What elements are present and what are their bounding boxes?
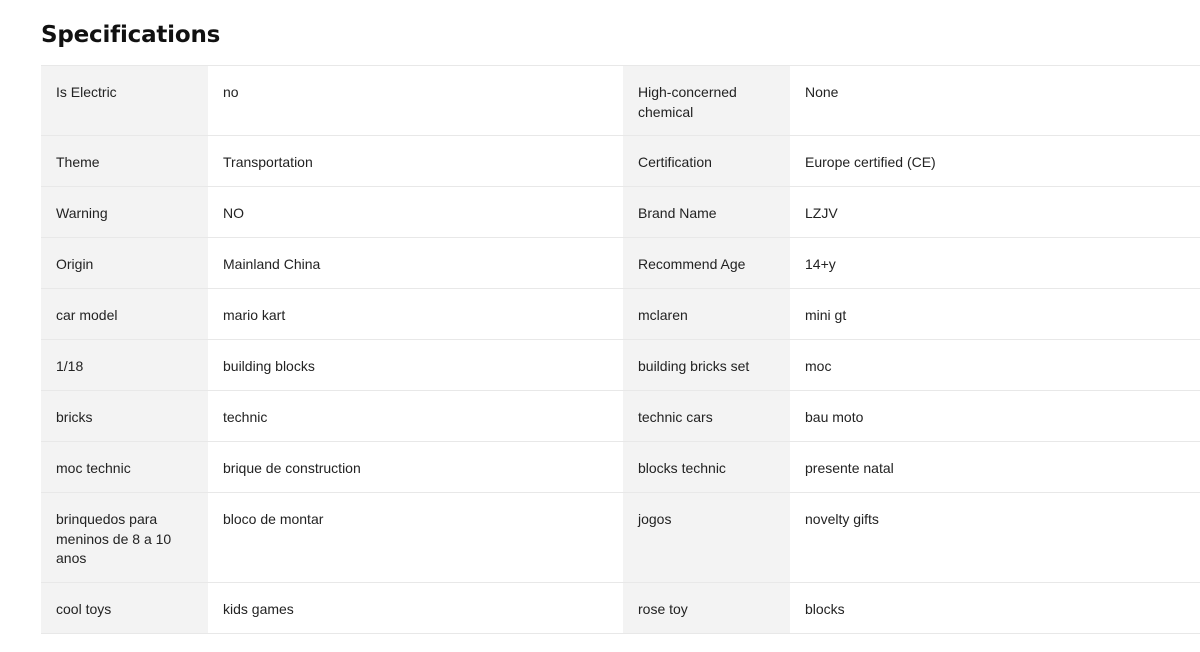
spec-value: no	[208, 66, 623, 135]
spec-key: building bricks set	[623, 340, 790, 390]
spec-key: Brand Name	[623, 187, 790, 237]
spec-key: mclaren	[623, 289, 790, 339]
spec-key: Certification	[623, 136, 790, 186]
spec-value: Mainland China	[208, 238, 623, 288]
spec-value: 14+y	[790, 238, 1200, 288]
spec-value: presente natal	[790, 442, 1200, 492]
spec-value: building blocks	[208, 340, 623, 390]
spec-key: Warning	[41, 187, 208, 237]
spec-row: Origin Mainland China Recommend Age 14+y	[41, 238, 1200, 289]
spec-value: mini gt	[790, 289, 1200, 339]
spec-value: None	[790, 66, 1200, 135]
spec-key: blocks technic	[623, 442, 790, 492]
spec-key: technic cars	[623, 391, 790, 441]
spec-key: 1/18	[41, 340, 208, 390]
spec-row: Warning NO Brand Name LZJV	[41, 187, 1200, 238]
spec-key: Origin	[41, 238, 208, 288]
spec-value: Europe certified (CE)	[790, 136, 1200, 186]
spec-key: jogos	[623, 493, 790, 582]
spec-key: cool toys	[41, 583, 208, 633]
spec-value: brique de construction	[208, 442, 623, 492]
spec-row: bricks technic technic cars bau moto	[41, 391, 1200, 442]
spec-row: moc technic brique de construction block…	[41, 442, 1200, 493]
spec-value: blocks	[790, 583, 1200, 633]
spec-row: cool toys kids games rose toy blocks	[41, 583, 1200, 634]
spec-row: Is Electric no High-concerned chemical N…	[41, 66, 1200, 136]
spec-value: moc	[790, 340, 1200, 390]
spec-value: bau moto	[790, 391, 1200, 441]
spec-value: novelty gifts	[790, 493, 1200, 582]
spec-value: kids games	[208, 583, 623, 633]
spec-value: mario kart	[208, 289, 623, 339]
spec-row: brinquedos para meninos de 8 a 10 anos b…	[41, 493, 1200, 583]
spec-row: car model mario kart mclaren mini gt	[41, 289, 1200, 340]
spec-row: Theme Transportation Certification Europ…	[41, 136, 1200, 187]
spec-key: bricks	[41, 391, 208, 441]
spec-value: LZJV	[790, 187, 1200, 237]
specifications-section: Specifications Is Electric no High-conce…	[0, 0, 1200, 652]
spec-value: technic	[208, 391, 623, 441]
spec-key: car model	[41, 289, 208, 339]
spec-key: High-concerned chemical	[623, 66, 790, 135]
spec-key: Is Electric	[41, 66, 208, 135]
spec-value: NO	[208, 187, 623, 237]
spec-key: rose toy	[623, 583, 790, 633]
spec-key: moc technic	[41, 442, 208, 492]
specifications-table: Is Electric no High-concerned chemical N…	[41, 65, 1200, 634]
spec-key: Recommend Age	[623, 238, 790, 288]
spec-key: brinquedos para meninos de 8 a 10 anos	[41, 493, 208, 582]
spec-row: 1/18 building blocks building bricks set…	[41, 340, 1200, 391]
spec-value: bloco de montar	[208, 493, 623, 582]
spec-value: Transportation	[208, 136, 623, 186]
spec-key: Theme	[41, 136, 208, 186]
section-title: Specifications	[41, 22, 221, 48]
